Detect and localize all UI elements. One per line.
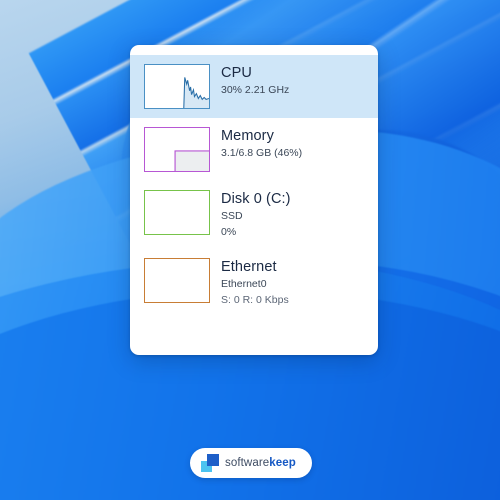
disk-title: Disk 0 (C:): [221, 191, 291, 207]
memory-usage-block-graph: [174, 150, 209, 171]
cpu-graph-thumbnail[interactable]: [144, 64, 210, 109]
softwarekeep-wordmark: softwarekeep: [225, 457, 296, 469]
desktop-wallpaper: CPU 30% 2.21 GHz Memory 3.1/6.8 GB (46%): [0, 0, 500, 500]
logo-square-front: [207, 454, 219, 466]
resource-row-ethernet[interactable]: Ethernet Ethernet0 S: 0 R: 0 Kbps: [130, 249, 378, 317]
softwarekeep-logo-icon: [201, 454, 219, 472]
cpu-usage-line-graph: [183, 77, 209, 108]
resource-row-cpu[interactable]: CPU 30% 2.21 GHz: [130, 55, 378, 118]
wordmark-bold: keep: [269, 457, 296, 469]
cpu-title: CPU: [221, 65, 252, 81]
disk-usage-graph: [145, 191, 209, 234]
cpu-stats: 30% 2.21 GHz: [221, 84, 290, 97]
cpu-text-block: CPU 30% 2.21 GHz: [221, 64, 289, 98]
memory-text-block: Memory 3.1/6.8 GB (46%): [221, 127, 302, 161]
ethernet-throughput-graph: [145, 259, 209, 302]
wordmark-light: software: [225, 457, 270, 469]
memory-stats: 3.1/6.8 GB (46%): [221, 147, 303, 160]
softwarekeep-watermark: softwarekeep: [190, 448, 312, 478]
ethernet-adapter: Ethernet0: [221, 277, 267, 290]
ethernet-graph-thumbnail[interactable]: [144, 257, 210, 303]
disk-text-block: Disk 0 (C:) SSD 0%: [221, 190, 291, 240]
disk-graph-thumbnail[interactable]: [144, 190, 210, 235]
resource-row-memory[interactable]: Memory 3.1/6.8 GB (46%): [130, 118, 378, 181]
memory-graph-thumbnail[interactable]: [144, 127, 210, 172]
resource-row-disk[interactable]: Disk 0 (C:) SSD 0%: [130, 181, 378, 249]
disk-usage: 0%: [221, 225, 237, 238]
memory-title: Memory: [221, 128, 274, 144]
task-manager-summary-panel[interactable]: CPU 30% 2.21 GHz Memory 3.1/6.8 GB (46%): [130, 45, 378, 355]
ethernet-title: Ethernet: [221, 258, 277, 275]
ethernet-text-block: Ethernet Ethernet0 S: 0 R: 0 Kbps: [221, 258, 289, 308]
ethernet-throughput: S: 0 R: 0 Kbps: [221, 293, 289, 306]
disk-type: SSD: [221, 210, 243, 223]
